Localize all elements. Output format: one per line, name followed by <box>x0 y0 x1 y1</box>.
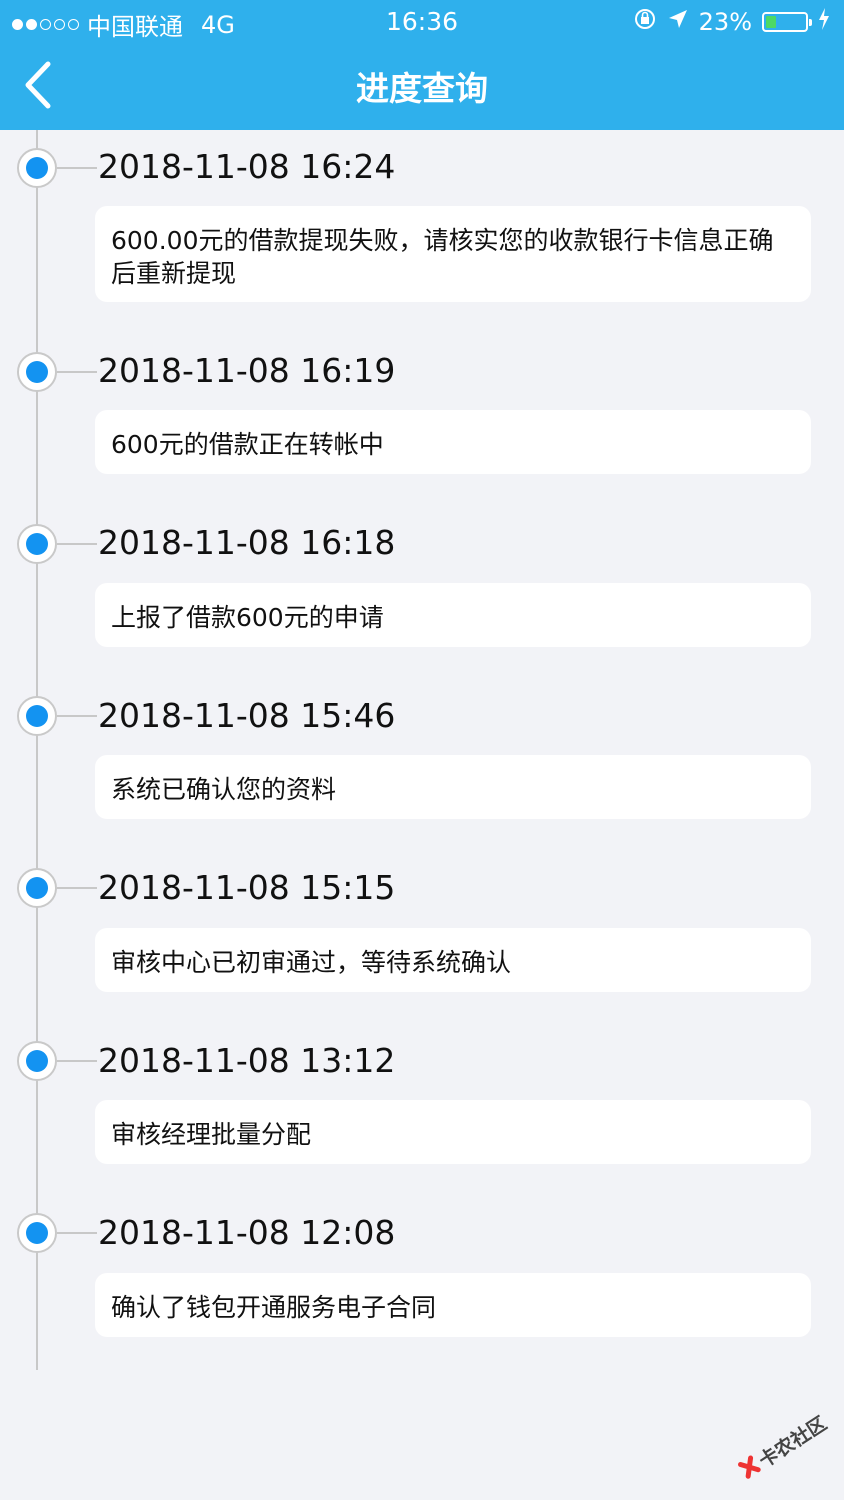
top-bar: 中国联通 4G 16:36 23% 进度查询 <box>0 0 844 130</box>
event-message: 上报了借款600元的申请 <box>95 583 811 647</box>
svg-text:卡农社区: 卡农社区 <box>755 1412 831 1473</box>
event-datetime: 2018-11-08 12:08 <box>98 1213 396 1252</box>
event-datetime: 2018-11-08 16:19 <box>98 351 396 390</box>
event-message: 审核经理批量分配 <box>95 1100 811 1164</box>
timeline-node-icon <box>17 524 57 564</box>
battery-icon <box>762 12 812 32</box>
event-datetime: 2018-11-08 13:12 <box>98 1041 396 1080</box>
status-right: 23% <box>633 7 830 37</box>
status-bar: 中国联通 4G 16:36 23% <box>0 0 844 44</box>
event-datetime: 2018-11-08 15:15 <box>98 868 396 907</box>
timeline-node-icon <box>17 1041 57 1081</box>
rotation-lock-icon <box>633 7 657 37</box>
timeline-node-icon <box>17 1213 57 1253</box>
battery-percent: 23% <box>698 8 752 36</box>
page-title: 进度查询 <box>356 69 488 108</box>
event-datetime: 2018-11-08 16:18 <box>98 523 396 562</box>
timeline-node-icon <box>17 696 57 736</box>
event-message: 600.00元的借款提现失败，请核实您的收款银行卡信息正确后重新提现 <box>95 206 811 302</box>
event-datetime: 2018-11-08 15:46 <box>98 696 396 735</box>
timeline-line <box>36 130 38 1370</box>
event-datetime: 2018-11-08 16:24 <box>98 147 396 186</box>
timeline-node-icon <box>17 352 57 392</box>
event-message: 系统已确认您的资料 <box>95 755 811 819</box>
progress-timeline: 2018-11-08 16:24 600.00元的借款提现失败，请核实您的收款银… <box>0 130 844 1370</box>
event-message: 600元的借款正在转帐中 <box>95 410 811 474</box>
watermark-logo: 卡农社区 <box>728 1399 839 1495</box>
location-icon <box>667 8 689 36</box>
timeline-node-icon <box>17 868 57 908</box>
event-message: 确认了钱包开通服务电子合同 <box>95 1273 811 1337</box>
timeline-node-icon <box>17 148 57 188</box>
charging-icon <box>818 8 830 36</box>
nav-bar: 进度查询 <box>0 44 844 130</box>
event-message: 审核中心已初审通过，等待系统确认 <box>95 928 811 992</box>
